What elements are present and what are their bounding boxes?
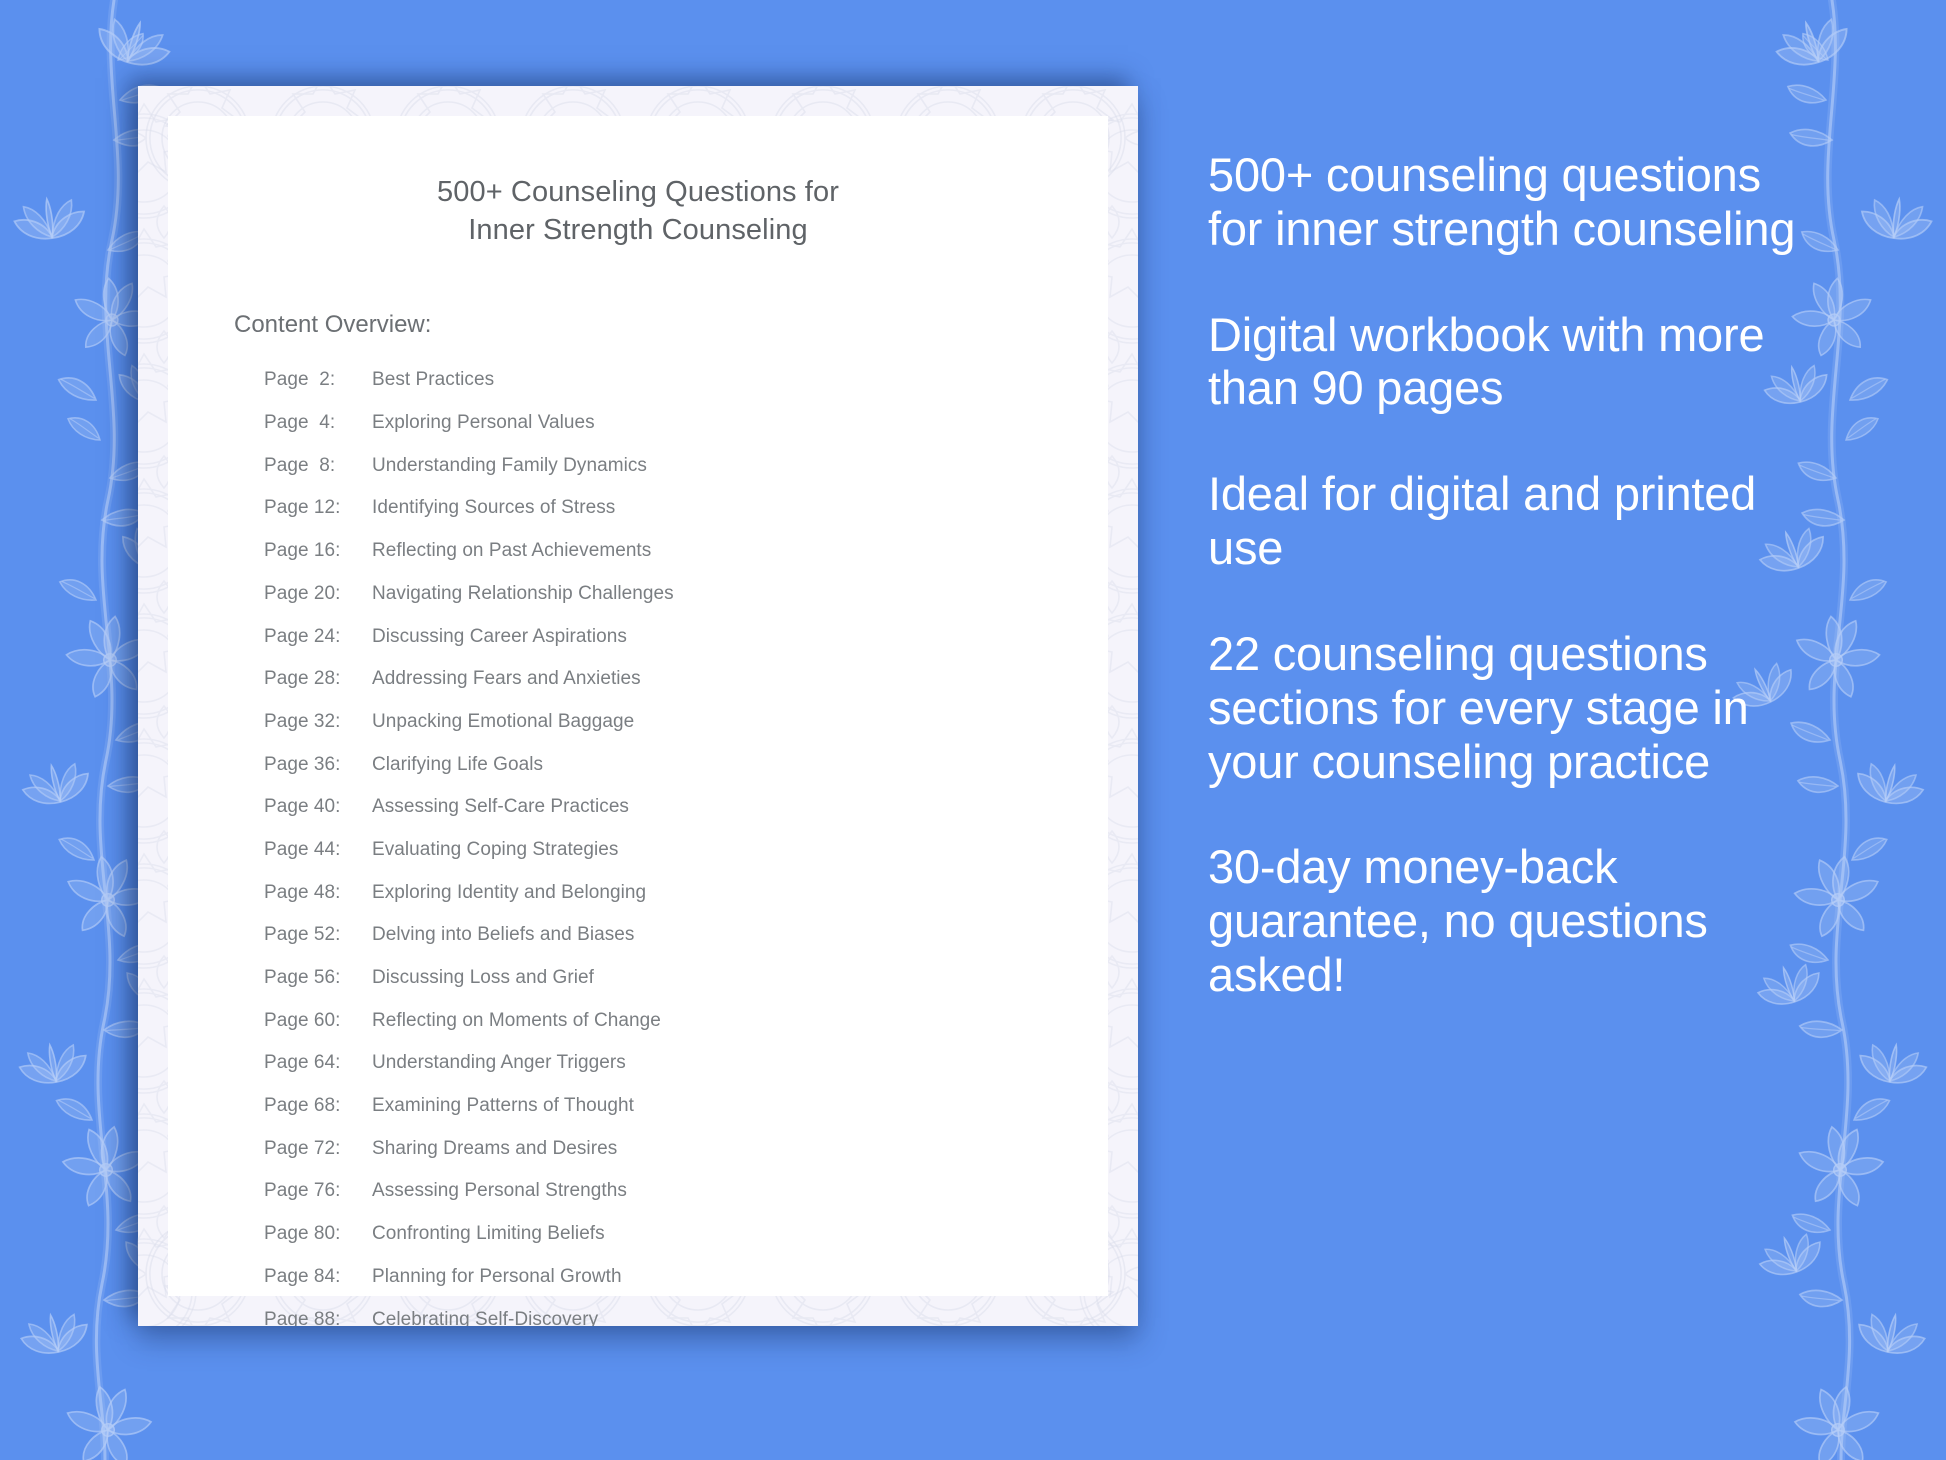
document-title-line-1: 500+ Counseling Questions for [437,176,839,208]
toc-entry-page: Page 20: [264,582,341,604]
toc-entry-title: Assessing Personal Strengths [372,1180,627,1202]
toc-entry: Page 56: Discussing Loss and Grief [264,967,1108,989]
toc-entry-page: Page 68: [264,1095,341,1117]
toc-entry-title: Delving into Beliefs and Biases [372,924,635,946]
toc-entry-page: Page 88: [264,1308,341,1327]
toc-entry: Page 4: Exploring Personal Values [264,412,1108,434]
toc-entry-title: Celebrating Self-Discovery [372,1308,599,1327]
toc-entry-title: Understanding Anger Triggers [372,1052,626,1074]
toc-entry-page: Page 28: [264,668,341,690]
toc-entry-title: Addressing Fears and Anxieties [372,668,641,690]
toc-entry: Page 20: Navigating Relationship Challeng… [264,583,1108,605]
marketing-point: 30-day money-back guarantee, no question… [1208,840,1708,1001]
table-of-contents-list: Page 2: Best Practices Page 4: Exploring Pe… [264,369,1108,1326]
document-title: 500+ Counseling Questions for Inner Stre… [168,174,1108,249]
toc-entry-title: Understanding Family Dynamics [372,454,647,476]
toc-entry: Page 68: Examining Patterns of Thought [264,1095,1108,1117]
toc-entry-page: Page 72: [264,1137,341,1159]
toc-entry: Page 24: Discussing Career Aspirations [264,626,1108,648]
toc-entry-title: Exploring Personal Values [372,412,595,434]
toc-entry-page: Page 64: [264,1052,341,1074]
marketing-point: 500+ counseling questions for inner stre… [1208,148,1796,255]
toc-entry-page: Page 24: [264,625,341,647]
content-overview-label: Content Overview: [234,311,432,339]
toc-entry-title: Clarifying Life Goals [372,753,544,775]
toc-entry-page: Page 44: [264,838,341,860]
toc-entry: Page 48: Exploring Identity and Belonging [264,882,1108,904]
toc-entry: Page 88: Celebrating Self-Discovery [264,1309,1108,1327]
toc-entry-title: Discussing Career Aspirations [372,625,627,647]
toc-entry-page: Page 48: [264,881,341,903]
marketing-point: Ideal for digital and printed use [1208,467,1757,575]
toc-entry-page: Page 84: [264,1265,341,1287]
toc-entry-title: Planning for Personal Growth [372,1265,622,1287]
toc-entry-title: Sharing Dreams and Desires [372,1137,618,1159]
marketing-point: 22 counseling questions sections for eve… [1208,626,1749,788]
document-title-line-2: Inner Strength Counseling [468,213,808,246]
toc-entry-page: Page 2: [264,369,336,391]
toc-entry-page: Page 12: [264,497,341,519]
toc-entry: Page 36: Clarifying Life Goals [264,754,1108,776]
toc-entry-title: Evaluating Coping Strategies [372,838,619,860]
toc-entry-title: Reflecting on Moments of Change [372,1009,661,1031]
toc-entry-page: Page 16: [264,540,341,562]
toc-entry-title: Exploring Identity and Belonging [372,881,647,903]
toc-entry-title: Unpacking Emotional Baggage [372,710,635,732]
toc-entry-title: Confronting Limiting Beliefs [372,1223,605,1245]
toc-entry: Page 44: Evaluating Coping Strategies [264,839,1108,861]
toc-entry: Page 28: Addressing Fears and Anxieties [264,668,1108,690]
toc-entry-title: Assessing Self-Care Practices [372,796,629,818]
toc-entry-page: Page 36: [264,753,341,775]
toc-entry-page: Page 4: [264,412,336,434]
document-page: 500+ Counseling Questions for Inner Stre… [168,116,1108,1326]
toc-entry-page: Page 40: [264,796,341,818]
toc-entry-page: Page 80: [264,1223,341,1245]
toc-entry-title: Best Practices [372,369,495,391]
toc-entry: Page 52: Delving into Beliefs and Biases [264,924,1108,946]
toc-entry-title: Navigating Relationship Challenges [372,582,674,604]
toc-entry: Page 60: Reflecting on Moments of Change [264,1010,1108,1032]
toc-entry-title: Examining Patterns of Thought [372,1095,634,1117]
toc-entry-page: Page 76: [264,1180,341,1202]
toc-entry-title: Discussing Loss and Grief [372,967,594,988]
toc-entry-page: Page 8: [264,454,336,476]
marketing-bullet-list: 500+ counseling questions for inner stre… [1208,148,1808,1002]
toc-entry-title: Identifying Sources of Stress [372,497,616,519]
toc-entry-page: Page 56: [264,967,341,988]
toc-entry: Page 32: Unpacking Emotional Baggage [264,711,1108,733]
marketing-point: Digital workbook with more than 90 pages [1208,307,1765,415]
toc-entry: Page 2: Best Practices [264,369,1108,391]
toc-entry: Page 8: Understanding Family Dynamics [264,455,1108,477]
toc-entry-title: Reflecting on Past Achievements [372,540,652,562]
toc-entry: Page 12: Identifying Sources of Stress [264,497,1108,519]
document-preview-card[interactable]: 500+ Counseling Questions for Inner Stre… [138,86,1138,1326]
toc-entry: Page 80: Confronting Limiting Beliefs [264,1223,1108,1245]
toc-entry: Page 76: Assessing Personal Strengths [264,1180,1108,1202]
toc-entry-page: Page 52: [264,924,341,946]
toc-entry: Page 84: Planning for Personal Growth [264,1266,1108,1288]
toc-entry: Page 40: Assessing Self-Care Practices [264,796,1108,818]
toc-entry: Page 16: Reflecting on Past Achievements [264,540,1108,562]
toc-entry-page: Page 32: [264,710,341,732]
toc-entry: Page 64: Understanding Anger Triggers [264,1052,1108,1074]
toc-entry: Page 72: Sharing Dreams and Desires [264,1138,1108,1160]
toc-entry-page: Page 60: [264,1009,341,1031]
